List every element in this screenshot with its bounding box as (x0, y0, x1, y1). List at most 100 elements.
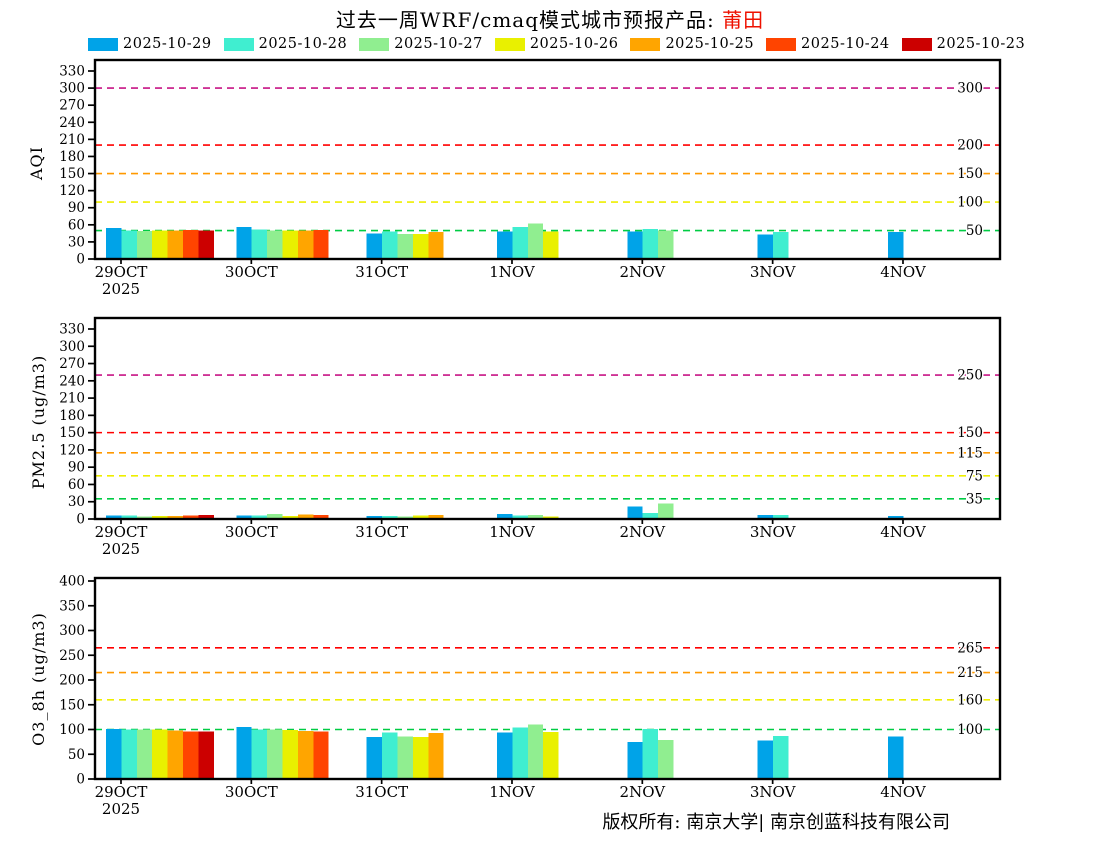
x-tick-label: 3NOV (750, 263, 797, 281)
y-axis-title: PM2.5 (ug/m3) (29, 355, 48, 489)
bar-2025-10-29-29OCT (106, 729, 122, 779)
x-tick-label: 1NOV (489, 523, 536, 541)
ref-line-value: 150 (957, 425, 983, 441)
bar-2025-10-27-1NOV (527, 724, 544, 779)
ref-line-value: 100 (957, 195, 983, 211)
bar-2025-10-29-29OCT (106, 228, 122, 259)
bar-2025-10-29-3NOV (757, 234, 774, 259)
bar-2025-10-26-30OCT (282, 230, 298, 259)
plot-border (93, 316, 1002, 521)
ref-line-value: 160 (957, 692, 983, 708)
bar-2025-10-29-3NOV (757, 740, 774, 779)
bar-2025-10-29-2NOV (627, 741, 643, 779)
bar-2025-10-24-29OCT (183, 229, 199, 259)
x-tick-label: 2NOV (620, 783, 667, 801)
forecast-page: 过去一周WRF/cmaq模式城市预报产品: 莆田 2025-10-29 2025-… (0, 0, 1100, 850)
bar-2025-10-25-29OCT (167, 230, 183, 259)
x-tick-label: 2NOV (620, 263, 667, 281)
bar-2025-10-27-30OCT (267, 729, 283, 779)
y-axis-title: AQI (27, 146, 46, 181)
y-tick-label: 240 (59, 373, 85, 389)
bar-2025-10-25-31OCT (428, 232, 444, 259)
bar-2025-10-25-30OCT (297, 230, 314, 259)
x-tick-label: 29OCT (95, 263, 148, 281)
copyright-text: 版权所有: 南京大学| 南京创蓝科技有限公司 (602, 812, 950, 833)
bar-2025-10-29-1NOV (496, 732, 513, 779)
x-tick-label: 30OCT (225, 263, 278, 281)
bar-2025-10-28-29OCT (121, 230, 137, 259)
bar-2025-10-28-2NOV (642, 729, 659, 779)
ref-line-value: 300 (957, 81, 983, 97)
x-year-label: 2025 (102, 540, 140, 558)
y-tick-label: 30 (68, 234, 85, 250)
bar-2025-10-29-31OCT (366, 736, 383, 779)
bar-2025-10-28-2NOV (642, 228, 659, 259)
y-tick-label: 270 (59, 98, 85, 114)
y-tick-label: 270 (59, 356, 85, 372)
bar-2025-10-27-2NOV (658, 230, 674, 259)
bar-2025-10-28-31OCT (382, 231, 398, 259)
bar-2025-10-27-30OCT (267, 230, 283, 259)
bar-2025-10-29-30OCT (236, 727, 252, 779)
y-tick-label: 330 (59, 322, 85, 338)
bar-2025-10-23-29OCT (198, 731, 214, 779)
bar-2025-10-26-29OCT (152, 230, 168, 259)
y-tick-label: 0 (76, 512, 85, 528)
bar-2025-10-28-3NOV (773, 232, 789, 259)
y-tick-label: 180 (59, 408, 85, 424)
panel-pm2.5: 030609012015018021024027030033029OCT2025… (29, 316, 1002, 558)
x-tick-label: 31OCT (355, 263, 408, 281)
y-tick-label: 180 (59, 149, 85, 165)
x-tick-label: 4NOV (880, 263, 927, 281)
plot-border (93, 58, 1002, 261)
x-tick-label: 31OCT (355, 783, 408, 801)
bar-2025-10-24-29OCT (183, 731, 199, 779)
y-tick-label: 150 (59, 166, 85, 182)
bar-2025-10-26-31OCT (412, 233, 429, 259)
bar-2025-10-29-1NOV (496, 231, 513, 259)
y-tick-label: 300 (59, 623, 85, 639)
bar-2025-10-26-30OCT (282, 729, 298, 779)
x-tick-label: 2NOV (620, 523, 667, 541)
x-tick-label: 29OCT (95, 523, 148, 541)
bar-2025-10-28-1NOV (512, 727, 528, 779)
x-tick-label: 3NOV (750, 783, 797, 801)
y-tick-label: 0 (76, 772, 85, 788)
ref-line-value: 215 (957, 665, 983, 681)
bar-2025-10-27-31OCT (397, 736, 413, 779)
y-tick-label: 210 (59, 391, 85, 407)
bar-2025-10-29-31OCT (366, 233, 383, 259)
x-tick-label: 4NOV (880, 523, 927, 541)
bar-2025-10-25-29OCT (167, 730, 183, 779)
x-year-label: 2025 (102, 800, 140, 818)
bar-2025-10-28-1NOV (512, 227, 528, 259)
bar-2025-10-28-3NOV (773, 735, 789, 779)
x-tick-label: 29OCT (95, 783, 148, 801)
x-tick-label: 3NOV (750, 523, 797, 541)
bar-2025-10-26-1NOV (543, 731, 559, 779)
ref-line-value: 75 (966, 468, 983, 484)
y-tick-label: 120 (59, 442, 85, 458)
bar-2025-10-26-31OCT (412, 736, 429, 779)
ref-line-value: 250 (957, 368, 983, 384)
bar-2025-10-27-2NOV (658, 739, 674, 779)
bar-2025-10-27-29OCT (136, 729, 153, 779)
x-tick-label: 4NOV (880, 783, 927, 801)
ref-line-value: 100 (957, 722, 983, 738)
ref-line-value: 115 (957, 445, 983, 461)
x-tick-label: 1NOV (489, 783, 536, 801)
panel-aqi: 030609012015018021024027030033029OCT2025… (27, 58, 1002, 298)
y-tick-label: 210 (59, 132, 85, 148)
ref-line-value: 200 (957, 138, 983, 154)
x-tick-label: 30OCT (225, 783, 278, 801)
y-tick-label: 60 (68, 217, 85, 233)
ref-line-value: 50 (966, 223, 983, 239)
bar-2025-10-24-30OCT (313, 731, 329, 779)
y-tick-label: 60 (68, 477, 85, 493)
y-tick-label: 50 (68, 747, 85, 763)
ref-line-value: 265 (957, 640, 983, 656)
y-tick-label: 250 (59, 648, 85, 664)
y-tick-label: 30 (68, 494, 85, 510)
y-tick-label: 150 (59, 425, 85, 441)
bar-2025-10-27-2NOV (658, 503, 674, 519)
